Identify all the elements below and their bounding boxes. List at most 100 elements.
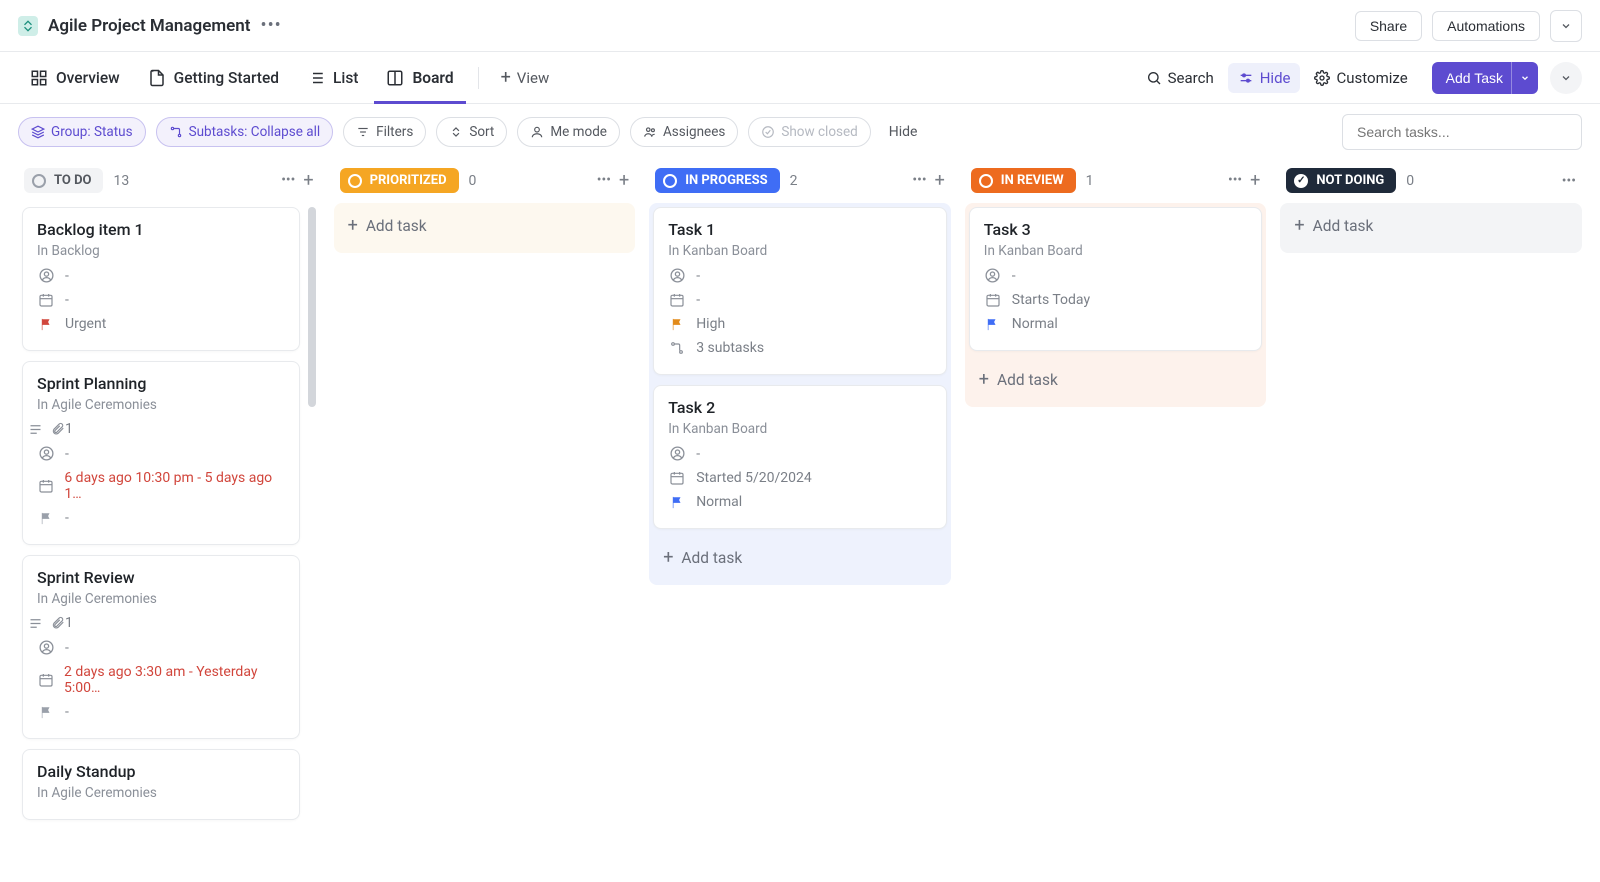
task-card[interactable]: Task 2 In Kanban Board - Started 5/20/20…	[653, 385, 947, 529]
tab-overview-label: Overview	[56, 69, 120, 87]
card-row-assignee: -	[668, 267, 932, 284]
date-icon	[668, 292, 686, 308]
card-row-desc-attach: 1	[37, 421, 285, 437]
search-tasks-input[interactable]	[1342, 114, 1582, 150]
column-add-task[interactable]: + Add task	[334, 207, 636, 245]
column-body: Task 1 In Kanban Board - - High 3 subtas…	[649, 203, 951, 585]
card-row-text: 2 days ago 3:30 am - Yesterday 5:00…	[64, 664, 285, 696]
column-add-icon[interactable]: +	[303, 172, 313, 190]
subtasks-chip[interactable]: Subtasks: Collapse all	[156, 117, 334, 147]
card-row-text: -	[65, 704, 69, 720]
filter-icon	[356, 125, 370, 139]
search-button[interactable]: Search	[1136, 63, 1224, 93]
task-card[interactable]: Daily Standup In Agile Ceremonies	[22, 749, 300, 820]
column-more-icon[interactable]: •••	[1562, 173, 1576, 189]
sort-chip[interactable]: Sort	[436, 117, 507, 147]
card-location: In Agile Ceremonies	[37, 591, 285, 607]
customize-button[interactable]: Customize	[1304, 63, 1417, 93]
task-card[interactable]: Backlog item 1 In Backlog - - Urgent	[22, 207, 300, 351]
status-pill[interactable]: PRIORITIZED	[340, 168, 459, 193]
add-task-button[interactable]: Add Task	[1432, 62, 1517, 94]
date-icon	[37, 292, 55, 308]
me-mode-chip[interactable]: Me mode	[517, 117, 620, 147]
status-pill[interactable]: TO DO	[24, 168, 103, 193]
grid-icon	[30, 69, 48, 87]
status-pill[interactable]: IN PROGRESS	[655, 168, 779, 193]
automations-button[interactable]: Automations	[1432, 11, 1540, 41]
status-pill[interactable]: IN REVIEW	[971, 168, 1076, 193]
card-row-assignee: -	[37, 445, 285, 462]
column-add-task[interactable]: + Add task	[649, 539, 951, 577]
toolbar-more-chevron[interactable]	[1550, 62, 1582, 94]
card-row-flag: -	[37, 510, 285, 526]
customize-label: Customize	[1336, 69, 1407, 87]
column-more-icon[interactable]: •••	[281, 172, 295, 190]
card-row-date: 6 days ago 10:30 pm - 5 days ago 1…	[37, 470, 285, 502]
column-header: TO DO 13 ••• +	[18, 160, 320, 201]
card-location: In Agile Ceremonies	[37, 397, 285, 413]
column-more-icon[interactable]: •••	[1228, 172, 1242, 190]
card-location: In Backlog	[37, 243, 285, 259]
filter-hide-text[interactable]: Hide	[889, 124, 918, 140]
layers-icon	[31, 125, 45, 139]
task-card[interactable]: Sprint Planning In Agile Ceremonies 1 - …	[22, 361, 300, 545]
status-label: IN REVIEW	[1001, 173, 1064, 188]
date-icon	[37, 672, 54, 688]
add-task-text: Add task	[681, 549, 742, 567]
scrollbar[interactable]	[308, 207, 316, 407]
hide-button[interactable]: Hide	[1228, 63, 1301, 93]
card-row-assignee: -	[668, 445, 932, 462]
add-task-text: Add task	[997, 371, 1058, 389]
card-row-text: -	[65, 292, 69, 308]
cards-wrap: Task 1 In Kanban Board - - High 3 subtas…	[649, 207, 951, 539]
column-add-icon[interactable]: +	[619, 172, 629, 190]
show-closed-chip-label: Show closed	[781, 124, 857, 140]
card-row-flag: Normal	[984, 316, 1248, 332]
task-card[interactable]: Sprint Review In Agile Ceremonies 1 - 2 …	[22, 555, 300, 739]
tab-getting-started-label: Getting Started	[174, 69, 279, 87]
group-chip[interactable]: Group: Status	[18, 117, 146, 147]
task-card[interactable]: Task 1 In Kanban Board - - High 3 subtas…	[653, 207, 947, 375]
tab-overview[interactable]: Overview	[18, 52, 132, 104]
assignee-icon	[37, 445, 55, 462]
share-button[interactable]: Share	[1355, 11, 1422, 41]
show-closed-chip[interactable]: Show closed	[748, 117, 870, 147]
people-icon	[643, 125, 657, 139]
desc-attach-icon	[37, 616, 55, 631]
subtasks-icon	[668, 340, 686, 356]
column-add-icon[interactable]: +	[1250, 172, 1260, 190]
search-label: Search	[1168, 69, 1214, 87]
page-more-icon[interactable]: •••	[261, 15, 282, 36]
tab-getting-started[interactable]: Getting Started	[136, 52, 291, 104]
tab-list[interactable]: List	[295, 52, 370, 104]
card-location: In Kanban Board	[668, 421, 932, 437]
column-inreview: IN REVIEW 1 ••• + Task 3 In Kanban Board…	[965, 160, 1267, 407]
status-ring-icon	[663, 174, 677, 188]
column-more-icon[interactable]: •••	[597, 172, 611, 190]
plus-icon: +	[501, 69, 511, 87]
assignee-icon	[37, 639, 55, 656]
card-row-date: 2 days ago 3:30 am - Yesterday 5:00…	[37, 664, 285, 696]
column-body: + Add task	[334, 203, 636, 253]
assignees-chip[interactable]: Assignees	[630, 117, 738, 147]
column-add-task[interactable]: + Add task	[1280, 207, 1582, 245]
flag-icon	[37, 705, 55, 720]
card-row-date: -	[668, 292, 932, 308]
status-pill[interactable]: ✓ NOT DOING	[1286, 168, 1396, 193]
task-card[interactable]: Task 3 In Kanban Board - Starts Today No…	[969, 207, 1263, 351]
automations-chevron[interactable]	[1550, 10, 1582, 42]
person-icon	[530, 125, 544, 139]
assignee-icon	[984, 267, 1002, 284]
column-count: 2	[790, 173, 798, 189]
card-row-text: 3 subtasks	[696, 340, 764, 356]
tab-board[interactable]: Board	[374, 52, 465, 104]
column-more-icon[interactable]: •••	[912, 172, 926, 190]
add-task-chevron[interactable]	[1511, 62, 1538, 94]
column-add-icon[interactable]: +	[935, 172, 945, 190]
share-label: Share	[1370, 18, 1407, 34]
add-view-button[interactable]: + View	[491, 69, 560, 87]
column-add-task[interactable]: + Add task	[965, 361, 1267, 399]
date-icon	[668, 470, 686, 486]
search-tasks-field[interactable]	[1355, 123, 1569, 141]
filters-chip[interactable]: Filters	[343, 117, 426, 147]
